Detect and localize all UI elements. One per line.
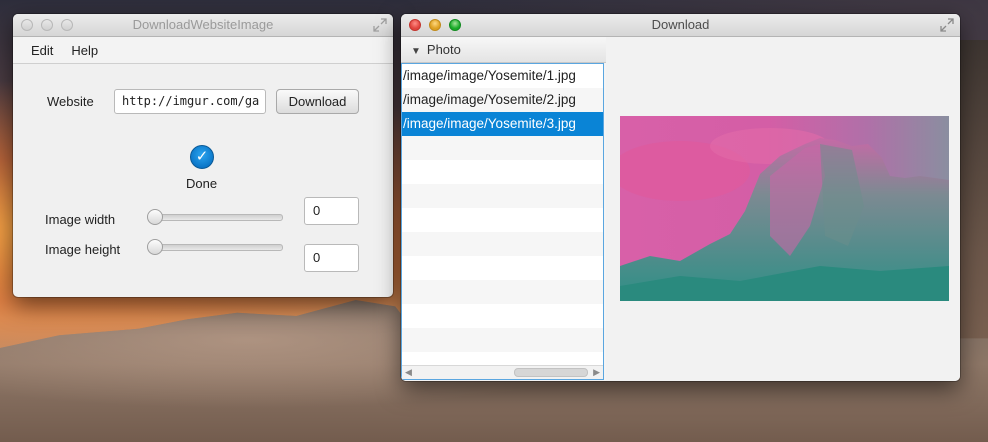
download-window: Download ▼ Photo /image/image/Yosemite/1.…	[401, 14, 960, 381]
zoom-button[interactable]	[61, 19, 73, 31]
scrollbar-thumb[interactable]	[514, 368, 588, 377]
empty-row	[402, 328, 603, 352]
window-title: DownloadWebsiteImage	[132, 17, 274, 32]
titlebar[interactable]: Download	[401, 14, 960, 37]
fullscreen-arrows-icon[interactable]	[373, 18, 387, 32]
close-button[interactable]	[21, 19, 33, 31]
image-width-field[interactable]: 0	[304, 197, 359, 225]
menu-bar: Edit Help	[13, 37, 393, 64]
menu-edit[interactable]: Edit	[31, 43, 53, 58]
window-controls	[21, 19, 73, 31]
empty-row	[402, 256, 603, 280]
yosemite-image	[620, 116, 949, 301]
fullscreen-arrows-icon[interactable]	[940, 18, 954, 32]
photo-list-panel: ▼ Photo /image/image/Yosemite/1.jpg /imag…	[401, 37, 606, 381]
empty-row	[402, 160, 603, 184]
status-label: Done	[186, 176, 218, 191]
empty-row	[402, 280, 603, 304]
form-area: Website http://imgur.com/ga Download ✓ D…	[13, 64, 393, 297]
image-height-slider-thumb[interactable]	[147, 239, 163, 255]
close-button[interactable]	[409, 19, 421, 31]
photo-list[interactable]: /image/image/Yosemite/1.jpg /image/image…	[401, 63, 604, 380]
empty-row	[402, 184, 603, 208]
image-preview-area	[606, 37, 960, 381]
image-width-slider-track[interactable]	[151, 214, 283, 221]
list-item[interactable]: /image/image/Yosemite/1.jpg	[402, 64, 603, 88]
scroll-left-icon[interactable]: ◀	[405, 366, 412, 379]
website-url-input[interactable]: http://imgur.com/ga	[114, 89, 266, 114]
website-label: Website	[47, 94, 94, 109]
photo-header-label: Photo	[426, 42, 461, 57]
titlebar[interactable]: DownloadWebsiteImage	[13, 14, 393, 37]
image-height-label: Image height	[45, 242, 121, 257]
image-height-field[interactable]: 0	[304, 244, 359, 272]
list-item[interactable]: /image/image/Yosemite/2.jpg	[402, 88, 603, 112]
minimize-button[interactable]	[41, 19, 53, 31]
window-controls	[409, 19, 461, 31]
check-circle-icon: ✓	[190, 145, 214, 169]
image-height-slider-track[interactable]	[151, 244, 283, 251]
empty-row	[402, 208, 603, 232]
photo-list-header[interactable]: ▼ Photo	[401, 37, 606, 63]
window-title: Download	[651, 17, 710, 32]
menu-help[interactable]: Help	[71, 43, 98, 58]
image-width-slider-thumb[interactable]	[147, 209, 163, 225]
download-button[interactable]: Download	[276, 89, 359, 114]
empty-row	[402, 136, 603, 160]
empty-row	[402, 304, 603, 328]
minimize-button[interactable]	[429, 19, 441, 31]
empty-row	[402, 232, 603, 256]
image-width-label: Image width	[45, 212, 116, 227]
zoom-button[interactable]	[449, 19, 461, 31]
list-item-selected[interactable]: /image/image/Yosemite/3.jpg	[402, 112, 603, 136]
download-website-image-window: DownloadWebsiteImage Edit Help Website h…	[13, 14, 393, 297]
horizontal-scrollbar[interactable]: ◀ ▶	[402, 365, 603, 379]
triangle-down-icon[interactable]: ▼	[411, 46, 421, 57]
scroll-right-icon[interactable]: ▶	[593, 366, 600, 379]
